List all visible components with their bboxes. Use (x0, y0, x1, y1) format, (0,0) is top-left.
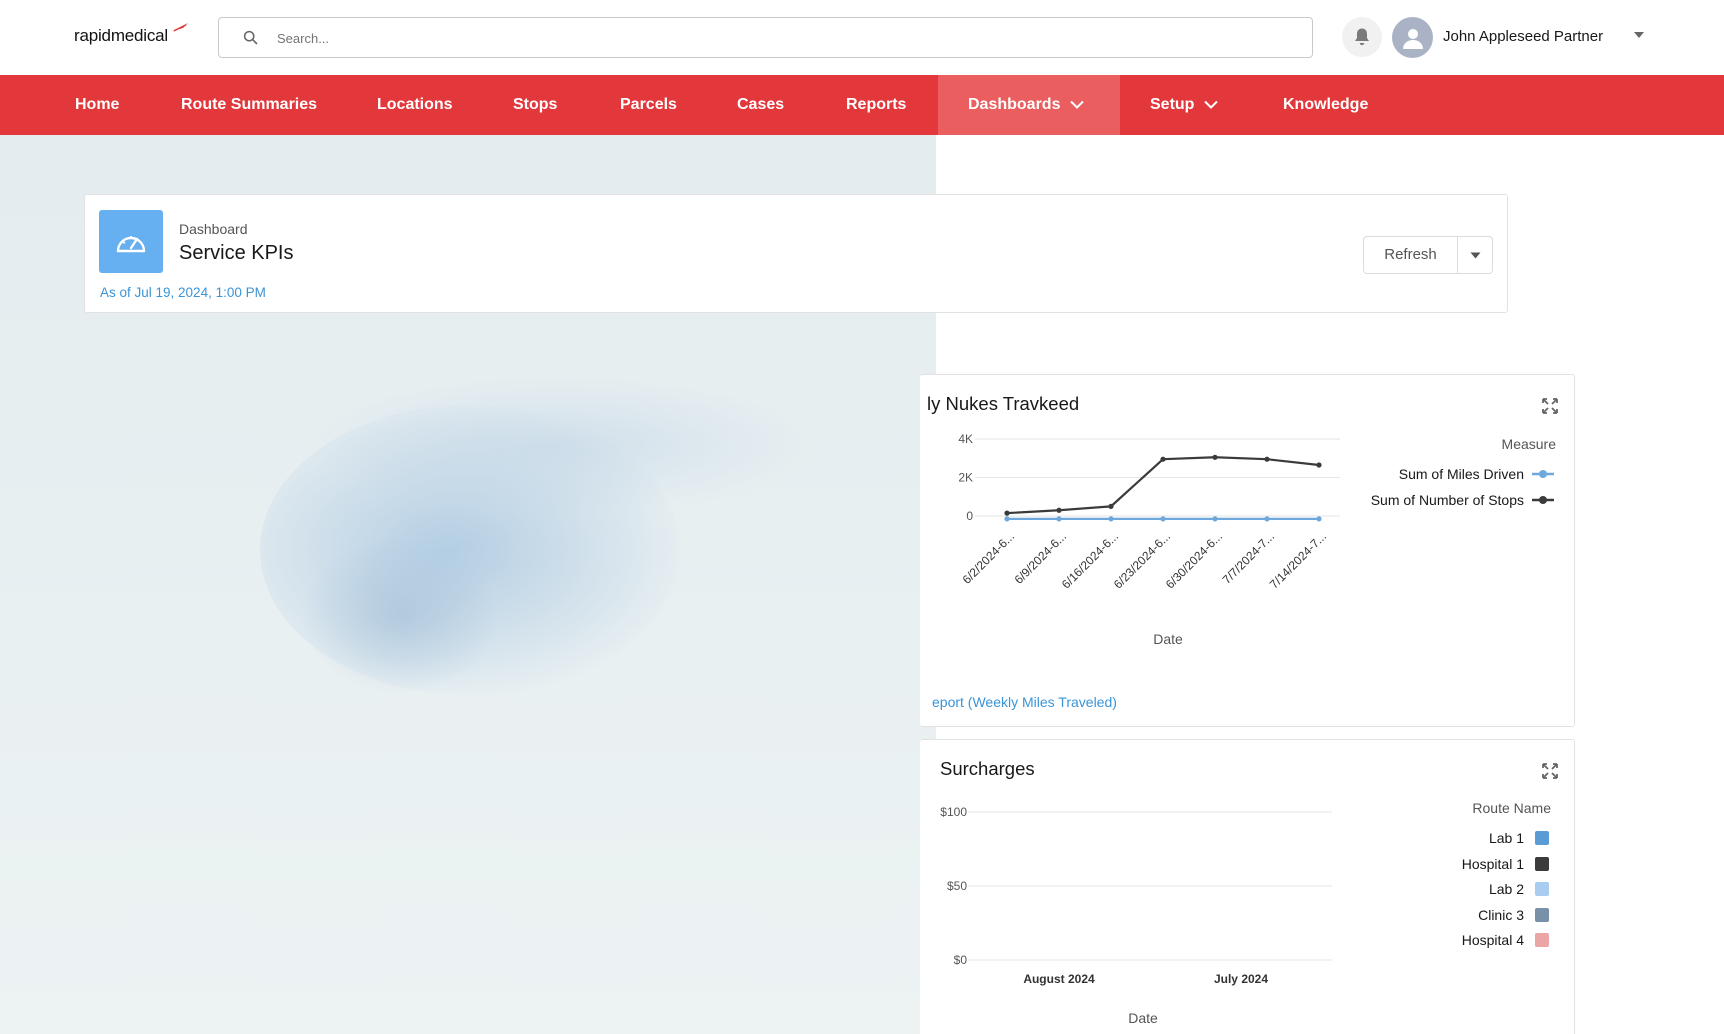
legend-item-miles: Sum of Miles Driven (1398, 466, 1524, 482)
legend-item-label: Lab 1 (1488, 830, 1524, 846)
view-report-link[interactable]: eport (Weekly Miles Traveled) (932, 694, 1117, 710)
data-point (1004, 516, 1010, 522)
data-point (1108, 516, 1114, 522)
nav-locations[interactable]: Locations (377, 75, 453, 135)
refresh-options-button[interactable] (1458, 237, 1492, 273)
main-nav-bar: Home Route Summaries Locations Stops Par… (0, 75, 1724, 135)
y-tick-label: 2K (958, 471, 973, 485)
data-point (1212, 516, 1218, 522)
dashboard-header-card: Dashboard Service KPIs As of Jul 19, 202… (84, 194, 1508, 313)
weekly-miles-widget: ly Nukes Travkeed 0 2K 4K 6/2/2024-6... 6/9/… (920, 374, 1575, 727)
legend-title: Measure (1501, 436, 1556, 452)
nav-parcels[interactable]: Parcels (620, 75, 677, 135)
legend-marker-stops (1532, 496, 1554, 504)
legend-title: Route Name (1472, 800, 1551, 816)
top-bar: rapidmedical John Appleseed Partner (0, 0, 1724, 75)
line-chart: 02K4K6/2/2024-6...6/9/2024-6...6/16/2024… (958, 432, 1340, 647)
as-of-timestamp: As of Jul 19, 2024, 1:00 PM (100, 285, 266, 300)
legend-item-stops: Sum of Number of Stops (1370, 492, 1524, 508)
caret-down-icon (1470, 252, 1480, 258)
bell-icon (1355, 28, 1369, 46)
nav-setup[interactable]: Setup (1150, 75, 1219, 135)
nav-route-summaries[interactable]: Route Summaries (181, 75, 317, 135)
x-tick-label: 7/7/2024-7... (1220, 529, 1278, 587)
nav-reports[interactable]: Reports (846, 75, 906, 135)
search-input[interactable] (277, 27, 1277, 49)
legend-swatch (1535, 831, 1549, 845)
legend-swatch (1535, 933, 1549, 947)
search-icon (243, 30, 258, 45)
x-axis-label: Date (1153, 631, 1183, 647)
legend-swatch (1535, 882, 1549, 896)
x-tick-label: August 2024 (1023, 972, 1095, 986)
data-point (1316, 462, 1322, 468)
legend-item-label: Clinic 3 (1478, 906, 1524, 923)
data-point (1264, 456, 1270, 462)
user-name[interactable]: John Appleseed Partner (1443, 28, 1603, 45)
x-axis-label: Date (1128, 1010, 1158, 1026)
y-tick-label: $0 (954, 953, 968, 967)
x-tick-label: July 2024 (1214, 972, 1268, 986)
data-point (1212, 454, 1218, 460)
notifications-button[interactable] (1342, 17, 1382, 57)
data-point (1160, 456, 1166, 462)
legend-swatch (1535, 907, 1549, 922)
data-point (1264, 516, 1270, 522)
data-point (1004, 510, 1010, 516)
legend-item-label: Lab 2 (1488, 881, 1524, 897)
nav-dashboards[interactable]: Dashboards (938, 75, 1120, 135)
logo-text-rapid: rapid (74, 26, 111, 45)
bar-chart: $0 $50 $100 August 2024 July 2024 Date (940, 805, 1332, 1026)
y-tick-label: 0 (966, 509, 973, 523)
refresh-button[interactable]: Refresh (1364, 237, 1458, 273)
data-point (1108, 503, 1114, 509)
person-icon (1402, 28, 1423, 49)
user-menu-caret-icon[interactable] (1633, 31, 1645, 39)
y-tick-label: $100 (940, 805, 967, 819)
expand-icon[interactable] (1541, 762, 1559, 780)
data-point (1056, 507, 1062, 513)
expand-icon[interactable] (1541, 397, 1559, 415)
nav-cases[interactable]: Cases (737, 75, 784, 135)
legend-item-label: Hospital 1 (1461, 855, 1524, 872)
y-tick-label: 4K (958, 432, 973, 446)
data-point (1316, 516, 1322, 522)
rapidmedical-logo[interactable]: rapidmedical (74, 23, 188, 46)
chevron-down-icon (1070, 101, 1085, 110)
legend-marker-miles (1532, 470, 1554, 478)
x-tick-label: 6/2/2024-6... (960, 529, 1018, 587)
series-line-1 (1006, 456, 1320, 515)
data-point (1160, 516, 1166, 522)
legend-item-label: Hospital 4 (1461, 932, 1524, 948)
data-point (1056, 516, 1062, 522)
widget-title: ly Nukes Travkeed (927, 393, 1080, 414)
logo-swoosh-icon (172, 23, 188, 32)
nav-knowledge[interactable]: Knowledge (1283, 75, 1368, 135)
nav-home[interactable]: Home (75, 75, 119, 135)
y-tick-label: $50 (947, 879, 967, 893)
widget-title: Surcharges (940, 758, 1035, 779)
speedometer-icon (99, 210, 163, 273)
x-tick-label: 6/9/2024-6... (1012, 529, 1070, 587)
global-search-box[interactable] (218, 17, 1313, 58)
logo-text-medical: medical (110, 26, 168, 45)
dashboard-kicker: Dashboard (179, 221, 248, 237)
nav-stops[interactable]: Stops (513, 75, 557, 135)
user-avatar[interactable] (1392, 17, 1433, 58)
legend-swatch (1535, 856, 1549, 871)
page-title: Service KPIs (179, 242, 294, 264)
surcharges-widget: Surcharges $0 $50 $100 August 2024 July 2024… (920, 739, 1575, 1034)
chevron-down-icon (1204, 101, 1219, 110)
refresh-button-group: Refresh (1363, 236, 1493, 274)
